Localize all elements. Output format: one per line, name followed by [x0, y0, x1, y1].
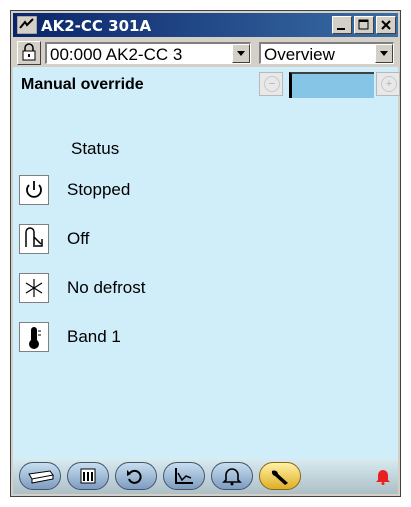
minus-icon: −	[264, 76, 280, 92]
service-button[interactable]	[259, 462, 301, 490]
window-title: AK2-CC 301A	[41, 17, 152, 35]
maximize-icon	[358, 19, 369, 30]
refresh-button[interactable]	[115, 462, 157, 490]
status-heading: Status	[71, 139, 120, 158]
device-select-value: 00:000 AK2-CC 3	[50, 45, 183, 64]
status-item: Off	[13, 224, 398, 264]
increase-button[interactable]: +	[376, 72, 400, 96]
view-dropdown-button[interactable]	[375, 44, 393, 63]
minimize-icon	[337, 28, 345, 30]
snowflake-icon	[19, 273, 49, 303]
status-text: No defrost	[67, 278, 146, 297]
alarm-icon	[222, 468, 242, 486]
status-item: Band 1	[13, 322, 398, 362]
graph-icon	[175, 468, 193, 484]
view-select[interactable]: Overview	[259, 42, 394, 64]
calendar-button[interactable]	[67, 462, 109, 490]
override-value-box[interactable]	[289, 72, 374, 98]
thermometer-icon	[19, 322, 49, 352]
override-bar: Manual override − +	[13, 67, 400, 103]
graph-button[interactable]	[163, 462, 205, 490]
override-label: Manual override	[21, 76, 144, 93]
status-text: Off	[67, 229, 90, 248]
chevron-down-icon	[380, 51, 388, 56]
status-item: Stopped	[13, 175, 398, 215]
device-dropdown-button[interactable]	[232, 44, 250, 63]
calendar-icon	[80, 468, 96, 484]
client-area: 00:000 AK2-CC 3 Overview Manual override…	[13, 39, 400, 494]
decrease-button[interactable]: −	[259, 72, 283, 96]
title-bar[interactable]: AK2-CC 301A	[13, 13, 398, 37]
maximize-button[interactable]	[354, 16, 374, 34]
status-text: Stopped	[67, 180, 131, 199]
close-icon	[381, 20, 391, 30]
app-window: AK2-CC 301A 00:000 AK2-CC 3 Overview Man…	[10, 10, 401, 497]
status-item: No defrost	[13, 273, 398, 313]
alarm-button[interactable]	[211, 462, 253, 490]
app-icon	[17, 16, 37, 34]
refresh-icon	[127, 469, 142, 484]
device-toolbar: 00:000 AK2-CC 3 Overview	[13, 39, 398, 67]
nav-toolbar	[13, 458, 398, 494]
close-button[interactable]	[376, 16, 396, 34]
case-icon	[28, 470, 54, 484]
alarm-bell-icon[interactable]	[374, 467, 392, 485]
minimize-button[interactable]	[332, 16, 352, 34]
fan-icon	[19, 224, 49, 254]
wrench-icon	[271, 470, 288, 485]
power-icon	[19, 175, 49, 205]
status-text: Band 1	[67, 327, 121, 346]
lock-icon	[22, 43, 36, 61]
plus-icon: +	[381, 76, 397, 92]
view-select-value: Overview	[264, 45, 335, 64]
case-button[interactable]	[19, 462, 61, 490]
device-select[interactable]: 00:000 AK2-CC 3	[45, 42, 251, 64]
chevron-down-icon	[237, 51, 245, 56]
lock-button[interactable]	[17, 41, 41, 65]
